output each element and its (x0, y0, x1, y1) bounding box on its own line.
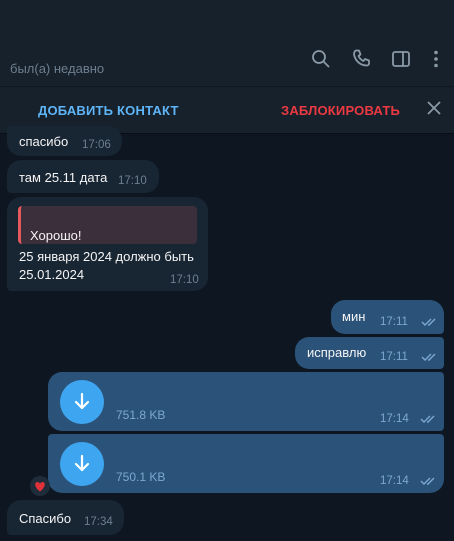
message-bubble[interactable]: спасибо 17:06 (7, 126, 122, 156)
message-text-line: 25 января 2024 должно быть (19, 249, 194, 264)
message-time: 17:11 (380, 351, 408, 363)
message-bubble[interactable]: исправлю 17:11 (295, 337, 444, 369)
message-text: Спасибо (19, 511, 72, 526)
download-icon (74, 392, 90, 410)
heart-icon (35, 481, 45, 492)
file-message[interactable]: 751.8 KB 17:14 (48, 372, 444, 431)
reaction-badge[interactable] (30, 476, 50, 496)
message-time: 17:14 (380, 413, 409, 425)
checkmarks-icon (421, 318, 436, 326)
add-contact-button[interactable]: ДОБАВИТЬ КОНТАКТ (38, 103, 179, 118)
last-seen-status: был(а) недавно (10, 61, 105, 76)
message-text: мин (342, 309, 366, 324)
message-time: 17:34 (84, 516, 113, 528)
message-text: исправлю (307, 345, 367, 360)
reply-quote-text: Хорошо! (30, 228, 82, 243)
search-icon[interactable] (309, 47, 333, 71)
checkmarks-icon (420, 477, 435, 485)
sidebar-toggle-icon[interactable] (389, 47, 413, 71)
chat-header: был(а) недавно (0, 0, 454, 86)
message-text: там 25.11 дата (19, 170, 108, 185)
file-size: 751.8 KB (116, 408, 166, 422)
message-time: 17:10 (170, 274, 199, 286)
phone-icon[interactable] (350, 47, 374, 71)
download-button[interactable] (60, 442, 104, 486)
download-icon (74, 454, 90, 472)
message-text-line: 25.01.2024 (19, 267, 85, 282)
file-size: 750.1 KB (116, 470, 166, 484)
message-bubble[interactable]: там 25.11 дата 17:10 (7, 160, 159, 193)
checkmarks-icon (421, 353, 436, 361)
message-time: 17:06 (82, 139, 111, 151)
message-bubble[interactable]: Спасибо 17:34 (7, 500, 124, 535)
message-time: 17:14 (380, 475, 409, 487)
checkmarks-icon (420, 415, 435, 423)
message-time: 17:10 (118, 175, 147, 187)
message-time: 17:11 (380, 316, 408, 328)
file-message[interactable]: 750.1 KB 17:14 (48, 434, 444, 493)
message-text: спасибо (19, 134, 69, 149)
message-bubble[interactable]: мин 17:11 (331, 300, 444, 334)
download-button[interactable] (60, 380, 104, 424)
block-user-button[interactable]: ЗАБЛОКИРОВАТЬ (281, 103, 400, 118)
more-vertical-icon[interactable] (424, 47, 448, 71)
reply-quote[interactable]: Хорошо! (18, 206, 197, 244)
close-icon[interactable] (426, 100, 442, 116)
